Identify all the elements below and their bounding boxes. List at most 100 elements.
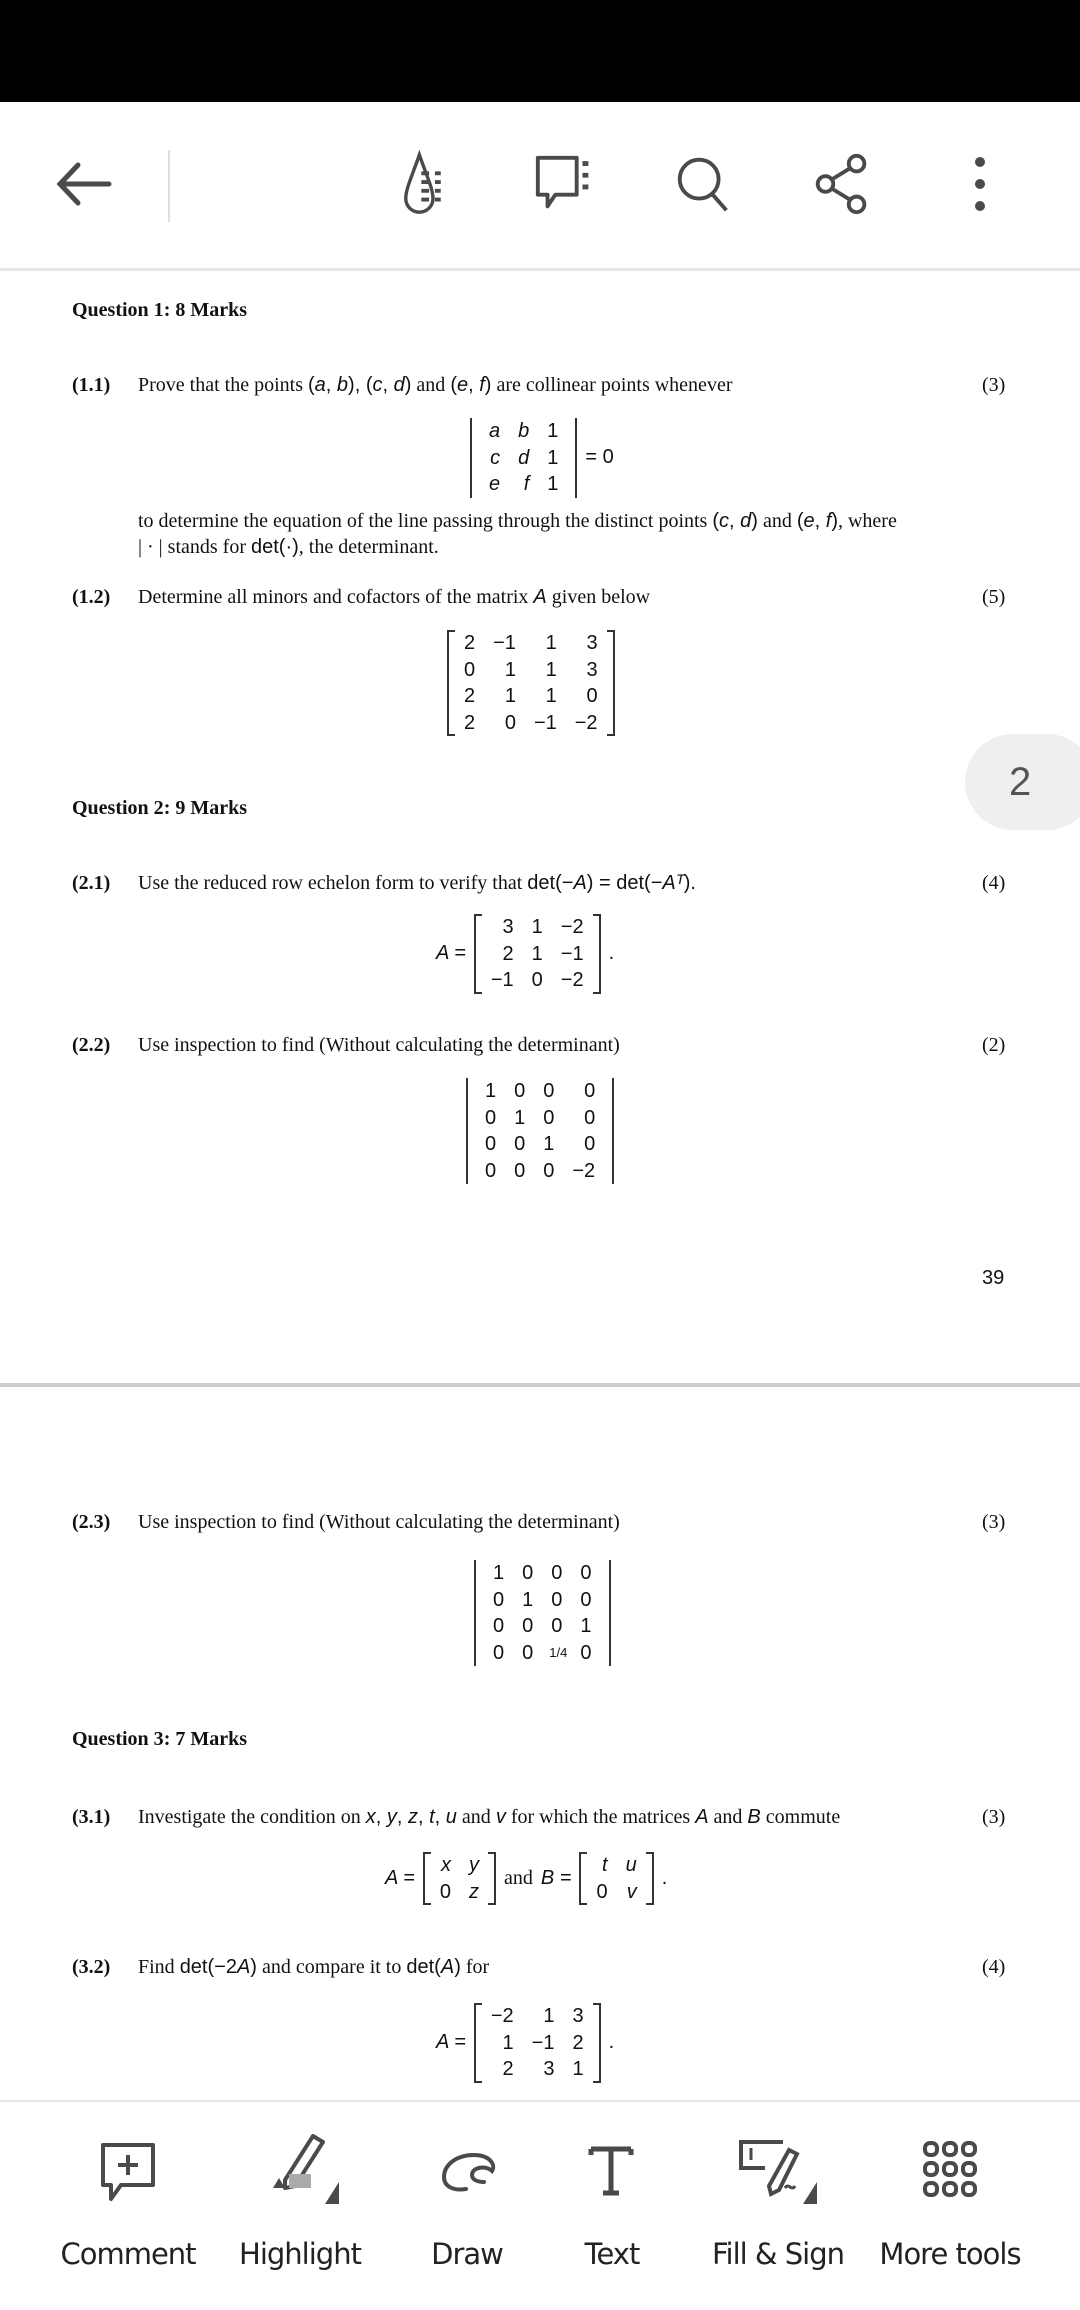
tool-label: Highlight [239, 2237, 362, 2271]
text-run: c [719, 510, 730, 532]
more-options-icon[interactable] [946, 150, 1014, 218]
matrix-row: 0010 [476, 1131, 604, 1158]
text-run: A [440, 1956, 455, 1978]
item-marks: (4) [982, 1956, 1006, 1978]
matrix-cell: 1 [504, 685, 516, 707]
matrix-row: 2 31 [482, 2056, 593, 2083]
text-run: , [375, 1806, 387, 1828]
text-run: ) = det(− [586, 872, 663, 894]
text-run: det(− [527, 872, 574, 894]
matrix-cell: 0 [580, 1562, 592, 1584]
matrix-cell: c [490, 446, 501, 469]
matrix-cell: −2 [572, 1159, 596, 1182]
question-heading: Question 1: 8 Marks [72, 299, 247, 322]
matrix-row: 0100 [476, 1105, 604, 1132]
text-run: ) [751, 510, 758, 532]
text-run: Use inspection to find (Without calculat… [138, 1511, 620, 1533]
matrix-row: −1 0 −2 [482, 967, 593, 994]
comments-list-icon[interactable] [532, 150, 600, 218]
reading-mode-icon[interactable] [398, 149, 466, 218]
page-number: 39 [982, 1267, 1005, 1289]
matrix-cell: 1 [545, 658, 557, 681]
matrix-cell: 0 [514, 1133, 526, 1155]
item-label: (2.2) [72, 1034, 111, 1056]
matrix-cell: 1 [572, 2058, 584, 2080]
text-run: Question 2 [72, 797, 164, 819]
draw-icon [432, 2125, 502, 2215]
text-run: A [573, 872, 587, 894]
text-run: ( [450, 374, 457, 396]
tool-highlight[interactable]: Highlight [215, 2125, 385, 2271]
text-run: Determine all minors and cofactors of th… [138, 586, 534, 608]
matrix-row: 1000 [484, 1560, 601, 1587]
toolbar-divider [168, 150, 170, 222]
equation-text: . [661, 1867, 668, 1889]
page-indicator-badge[interactable]: 2 [965, 734, 1080, 830]
matrix-cell: 0 [543, 1106, 555, 1129]
item-text: Prove that the points (a, b), (c, d) and… [138, 374, 732, 397]
text-run: det(−2 [179, 1956, 237, 1978]
matrix-row: 3 1 −2 [482, 914, 593, 941]
tool-text[interactable]: Text [527, 2125, 697, 2271]
matrix-cell: 3 [586, 658, 598, 681]
text-run: ( [796, 510, 804, 532]
matrix-table: −2 1 3 1 −1 2 2 3 1 [482, 2003, 593, 2083]
matrix-row: 2 1 1 0 [455, 683, 607, 710]
text-run: , [417, 1806, 430, 1828]
matrix-row: −2 1 3 [482, 2003, 593, 2030]
text-run: , [396, 1806, 408, 1828]
text-run: for [460, 1956, 490, 1978]
matrix-cell: 0 [543, 1159, 555, 1182]
text-run: and [757, 510, 797, 532]
text-run: det(·) [251, 536, 299, 558]
text-run: c [372, 374, 383, 396]
matrix-cell: x [440, 1854, 451, 1876]
tool-fill-sign[interactable]: Fill & Sign [693, 2125, 863, 2271]
matrix-cell: 0 [584, 1133, 596, 1155]
tool-comment[interactable]: Comment [43, 2125, 213, 2271]
matrix-row: 0 0 0 −2 [476, 1158, 604, 1185]
matrix-cell: −2 [574, 711, 598, 734]
item-marks: (2) [982, 1034, 1006, 1056]
item-label: (1.1) [72, 374, 111, 396]
tool-label: Comment [60, 2237, 196, 2271]
matrix: 3 1 −2 2 1 −1 −1 0 −2 [473, 914, 601, 994]
text-run: Use the reduced row echelon form to veri… [138, 872, 528, 894]
equation-text: B = [540, 1867, 572, 1889]
matrix-cell: 0 [522, 1641, 534, 1664]
matrix-cell: 0 [584, 1080, 596, 1102]
search-icon[interactable] [670, 150, 738, 218]
text-run: commute [760, 1806, 841, 1828]
text-run: b [336, 374, 349, 396]
question-heading: Question 3: 7 Marks [72, 1728, 247, 1751]
matrix-row: 0001 [484, 1613, 601, 1640]
tool-more-tools[interactable]: More tools [865, 2125, 1035, 2271]
matrix-row: 0 1 1 3 [455, 657, 607, 684]
share-icon[interactable] [808, 150, 876, 218]
matrix-cell: 2 [464, 685, 476, 707]
item-text: Investigate the condition on x, y, z, t,… [138, 1806, 840, 1829]
matrix-cell: y [468, 1854, 479, 1876]
back-arrow-icon[interactable] [50, 150, 118, 218]
text-run: , [325, 374, 337, 396]
matrix-cell: 2 [464, 632, 476, 654]
matrix-cell: 0 [439, 1880, 451, 1903]
text-run: Question 1 [72, 299, 164, 321]
matrix-cell: 1 [545, 685, 557, 707]
text-run: ) [454, 1956, 461, 1978]
matrix-row: 2 0 −1 −2 [455, 710, 607, 737]
equation: 1 0 0 0 0 1 0 0 0 0 0 1 0 0 1/4 0 [474, 1560, 611, 1666]
text-run: A [236, 1956, 251, 1978]
matrix-cell: 2 [572, 2031, 584, 2054]
matrix-cell: 1 [493, 1562, 505, 1584]
more-tools-grid-icon [915, 2125, 985, 2215]
matrix-cell: 1 [547, 420, 559, 442]
matrix-cell: 1 [531, 942, 543, 965]
text-run: A [662, 872, 676, 894]
matrix-cell: 1/4 [549, 1644, 568, 1660]
item-text-continued: to determine the equation of the line pa… [138, 510, 897, 533]
matrix-cell: 0 [504, 711, 516, 734]
status-bar [0, 0, 1080, 102]
item-marks: (3) [982, 374, 1006, 396]
matrix-cell: u [625, 1854, 637, 1876]
